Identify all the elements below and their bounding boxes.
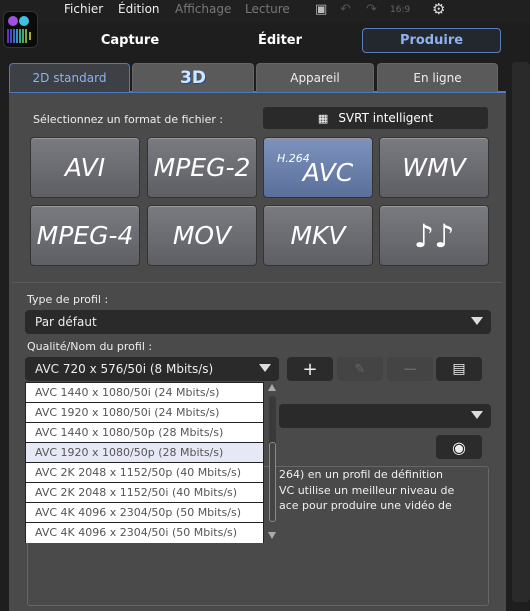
format-avc-h264: H.264 — [277, 152, 310, 165]
music-note-icon: ♪♪ — [413, 216, 455, 255]
format-mkv[interactable]: MKV — [263, 205, 373, 266]
save-icon[interactable]: ▣ — [315, 2, 327, 17]
chevron-down-icon — [471, 411, 483, 419]
format-label-avc: AVC — [302, 158, 354, 187]
hidden-dropdown[interactable] — [279, 404, 491, 428]
plus-icon: + — [302, 358, 318, 380]
redo-icon[interactable]: ↷ — [366, 2, 377, 17]
mode-produce[interactable]: Produire — [362, 28, 501, 53]
format-label-avi: AVI — [64, 153, 106, 182]
chevron-down-icon — [471, 317, 483, 325]
tab-3d[interactable]: 3D — [132, 63, 254, 92]
format-label-mov: MOV — [172, 221, 232, 250]
format-label-mpeg4: MPEG-4 — [36, 221, 134, 250]
app-logo — [3, 11, 38, 48]
profile-type-dropdown[interactable]: Par défaut — [25, 310, 491, 334]
tab-device[interactable]: Appareil — [256, 63, 374, 92]
format-avc[interactable]: H.264 AVC — [263, 137, 373, 198]
profile-list-button[interactable]: ▤ — [436, 357, 482, 381]
menu-lecture[interactable]: Lecture — [245, 2, 290, 16]
side-panel — [512, 62, 530, 602]
svrt-label: SVRT intelligent — [338, 111, 434, 125]
format-mov[interactable]: MOV — [147, 205, 257, 266]
tab-online[interactable]: En ligne — [377, 63, 498, 92]
menu-fichier[interactable]: Fichier — [64, 2, 103, 16]
format-label: Sélectionnez un format de fichier : — [33, 113, 224, 126]
list-item[interactable]: AVC 4K 4096 x 2304/50p (50 Mbits/s) — [26, 503, 263, 523]
minus-icon: − — [402, 358, 418, 380]
quality-label: Qualité/Nom du profil : — [27, 340, 153, 353]
format-label-wmv: WMV — [402, 153, 466, 182]
preview-3d-button[interactable]: ◉ — [436, 435, 482, 459]
description-line: 264) en un profil de définition — [279, 468, 443, 481]
mode-capture[interactable]: Capture — [80, 28, 180, 53]
tab-2d-standard[interactable]: 2D standard — [9, 63, 130, 92]
aspect-ratio-dropdown[interactable]: 16:9 — [390, 5, 410, 15]
scroll-up-icon[interactable] — [268, 384, 276, 391]
list-item-highlighted[interactable]: AVC 1920 x 1080/50p (28 Mbits/s) — [26, 443, 263, 463]
pencil-icon: ✎ — [354, 361, 366, 377]
format-wmv[interactable]: WMV — [379, 137, 489, 198]
undo-icon[interactable]: ↶ — [340, 2, 351, 17]
svrt-button[interactable]: ▦ SVRT intelligent — [263, 107, 488, 129]
list-item[interactable]: AVC 2K 2048 x 1152/50p (40 Mbits/s) — [26, 463, 263, 483]
description-line: ace pour produire une vidéo de — [279, 499, 452, 512]
format-avi[interactable]: AVI — [30, 137, 140, 198]
quality-value: AVC 720 x 576/50i (8 Mbits/s) — [35, 362, 214, 376]
divider — [12, 282, 502, 283]
chevron-down-icon — [259, 364, 271, 372]
profile-type-label: Type de profil : — [27, 293, 109, 306]
profile-type-value: Par défaut — [35, 315, 97, 329]
scroll-down-icon[interactable] — [268, 532, 276, 539]
scroll-thumb[interactable] — [269, 442, 276, 522]
format-mpeg2[interactable]: MPEG-2 — [147, 137, 257, 198]
format-label-mkv: MKV — [290, 221, 346, 250]
format-label-mpeg2: MPEG-2 — [153, 153, 251, 182]
list-item[interactable]: AVC 4K 4096 x 2304/50i (50 Mbits/s) — [26, 523, 263, 543]
eye-icon: ◉ — [452, 437, 466, 457]
remove-profile-button[interactable]: − — [387, 357, 433, 381]
menu-affichage[interactable]: Affichage — [175, 2, 231, 16]
mode-edit[interactable]: Éditer — [230, 28, 330, 53]
quality-options-list: AVC 1440 x 1080/50i (24 Mbits/s) AVC 192… — [25, 382, 264, 543]
edit-profile-button[interactable]: ✎ — [337, 357, 383, 381]
list-item[interactable]: AVC 2K 2048 x 1152/50i (40 Mbits/s) — [26, 483, 263, 503]
quality-dropdown[interactable]: AVC 720 x 576/50i (8 Mbits/s) — [25, 357, 279, 381]
list-item[interactable]: AVC 1440 x 1080/50p (28 Mbits/s) — [26, 423, 263, 443]
list-item[interactable]: AVC 1440 x 1080/50i (24 Mbits/s) — [26, 383, 263, 403]
add-profile-button[interactable]: + — [287, 357, 333, 381]
description-line: VC utilise un meilleur niveau de — [279, 484, 455, 497]
list-scrollbar[interactable] — [266, 382, 279, 543]
gear-icon[interactable]: ⚙ — [432, 0, 445, 18]
format-audio[interactable]: ♪♪ — [379, 205, 489, 266]
list-item[interactable]: AVC 1920 x 1080/50i (24 Mbits/s) — [26, 403, 263, 423]
svrt-icon: ▦ — [317, 111, 329, 125]
format-mpeg4[interactable]: MPEG-4 — [30, 205, 140, 266]
list-icon: ▤ — [452, 361, 466, 377]
menu-edition[interactable]: Édition — [118, 2, 160, 16]
